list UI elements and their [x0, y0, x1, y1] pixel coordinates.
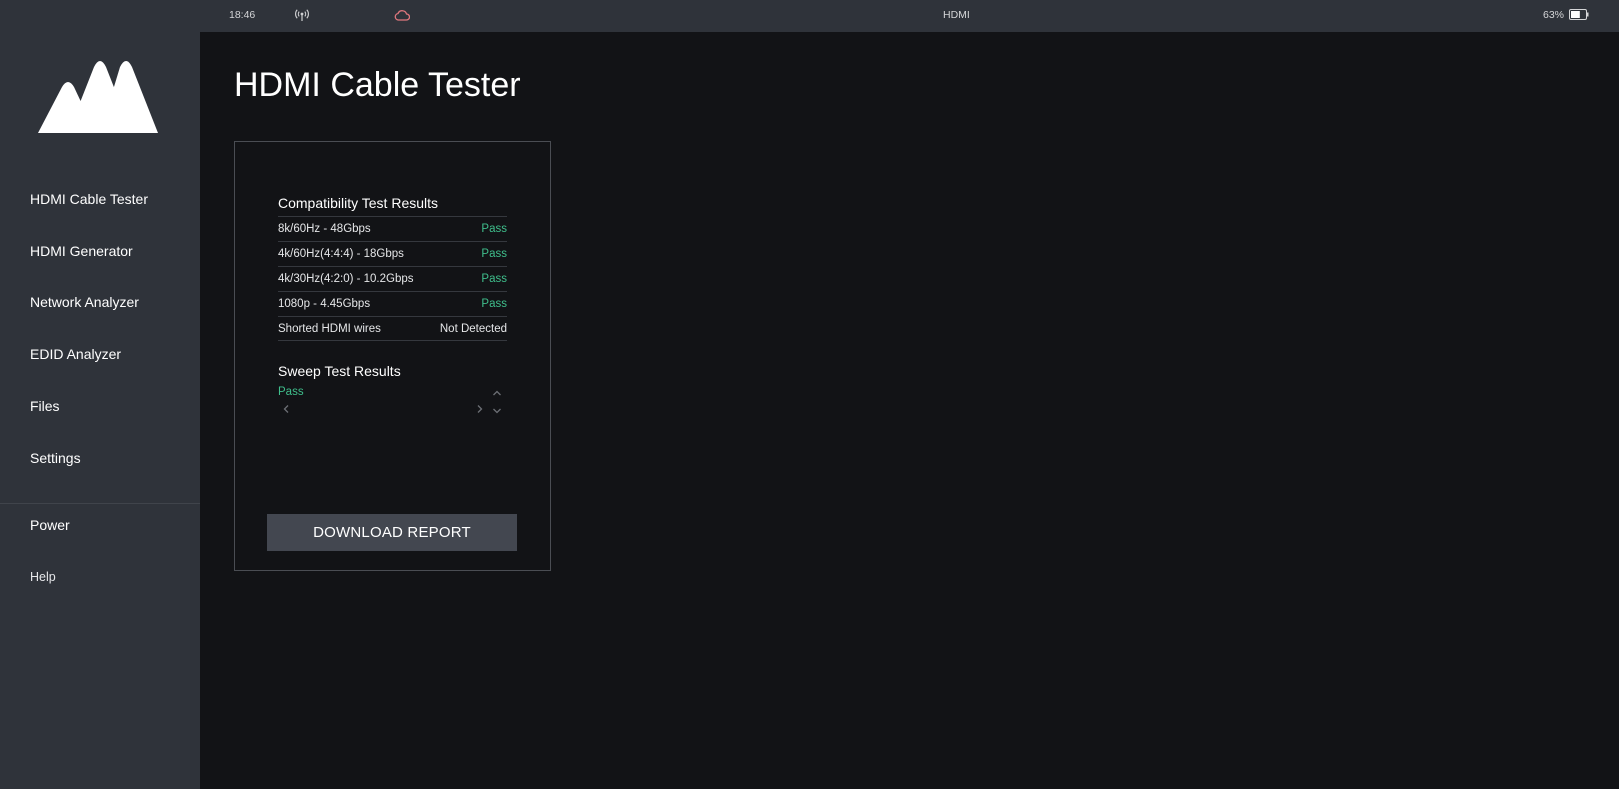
sweep-title: Sweep Test Results: [278, 363, 401, 379]
sidebar: HDMI Cable Tester HDMI Generator Network…: [0, 0, 200, 789]
sidebar-item-settings[interactable]: Settings: [30, 450, 81, 466]
result-row-4k30: 4k/30Hz(4:2:0) - 10.2Gbps Pass: [278, 266, 507, 291]
sidebar-item-files[interactable]: Files: [30, 398, 60, 414]
result-value: Pass: [481, 223, 507, 235]
status-bar: 18:46 HDMI 63%: [200, 0, 1619, 32]
result-label: Shorted HDMI wires: [278, 323, 381, 335]
result-row-1080p: 1080p - 4.45Gbps Pass: [278, 291, 507, 316]
sidebar-item-hdmi-cable-tester[interactable]: HDMI Cable Tester: [30, 191, 148, 207]
result-label: 8k/60Hz - 48Gbps: [278, 223, 371, 235]
result-row-shorted-wires: Shorted HDMI wires Not Detected: [278, 316, 507, 341]
status-time: 18:46: [229, 9, 256, 21]
chevron-right-icon[interactable]: [474, 403, 486, 415]
sidebar-item-network-analyzer[interactable]: Network Analyzer: [30, 294, 139, 310]
result-label: 1080p - 4.45Gbps: [278, 298, 371, 310]
result-row-8k: 8k/60Hz - 48Gbps Pass: [278, 216, 507, 241]
battery-icon: [1569, 9, 1589, 20]
sidebar-item-hdmi-generator[interactable]: HDMI Generator: [30, 243, 133, 259]
result-value: Not Detected: [439, 323, 507, 335]
download-report-button[interactable]: DOWNLOAD REPORT: [267, 514, 517, 551]
battery-percent: 63%: [1543, 9, 1565, 21]
chevron-down-icon[interactable]: [491, 405, 503, 417]
brand-logo: [38, 61, 158, 133]
result-value: Pass: [481, 248, 507, 260]
result-label: 4k/60Hz(4:4:4) - 18Gbps: [278, 248, 404, 260]
compatibility-title: Compatibility Test Results: [278, 195, 439, 211]
wireless-signal-icon: [295, 9, 309, 21]
sweep-result: Pass: [278, 386, 304, 398]
result-value: Pass: [481, 298, 507, 310]
result-value: Pass: [481, 273, 507, 285]
status-connection-label: HDMI: [943, 9, 970, 21]
sidebar-divider: [0, 503, 200, 504]
cloud-icon: [394, 10, 410, 21]
result-row-4k60: 4k/60Hz(4:4:4) - 18Gbps Pass: [278, 241, 507, 266]
result-label: 4k/30Hz(4:2:0) - 10.2Gbps: [278, 273, 414, 285]
chevron-left-icon[interactable]: [280, 403, 292, 415]
sidebar-item-help[interactable]: Help: [30, 570, 56, 584]
page-title: HDMI Cable Tester: [234, 66, 521, 104]
sidebar-item-edid-analyzer[interactable]: EDID Analyzer: [30, 346, 121, 362]
chevron-up-icon[interactable]: [491, 387, 503, 399]
sidebar-item-power[interactable]: Power: [30, 517, 70, 533]
